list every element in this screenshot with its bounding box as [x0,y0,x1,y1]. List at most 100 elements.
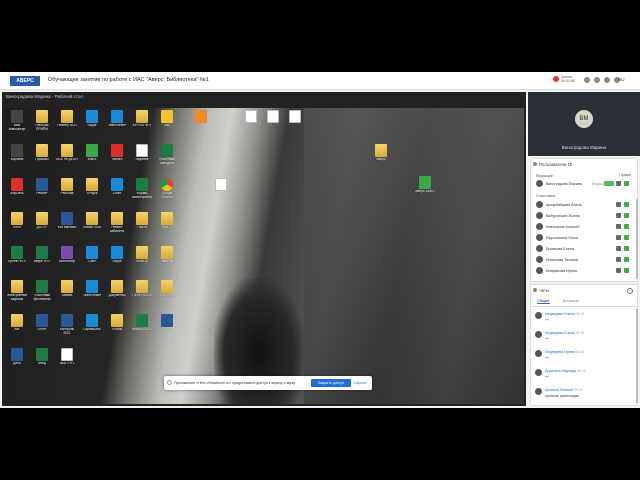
camera-icon[interactable] [624,246,629,251]
page-title: Обучающее занятие по работе с ИАС "Аверс… [48,77,209,83]
language-selector[interactable]: RU [618,77,625,82]
desktop-icon[interactable]: КУРСЫ ФГУ [131,110,153,134]
desktop-icon[interactable]: Документы [106,280,128,304]
desktop-icon[interactable] [190,110,212,134]
desktop-icon[interactable]: Skype [81,110,103,134]
desktop-icon[interactable]: Сайт [81,246,103,270]
desktop-icon[interactable]: AnyDesk [6,178,28,202]
desktop-icon[interactable]: ПЕРЕНОСЫ [131,280,153,304]
microphone-icon[interactable] [616,181,621,186]
desktop-icon[interactable]: Планы [106,314,128,338]
camera-icon[interactable] [624,268,629,273]
participants-scrollbar[interactable] [636,199,638,279]
desktop-icon[interactable]: Скриншоты [81,314,103,338]
desktop-icon[interactable]: Yandex [106,144,128,168]
desktop-icon[interactable]: ВЫСТУП [56,348,78,372]
participant-row[interactable]: Ефросинина Ольга [536,233,636,242]
desktop-icon[interactable]: Ремонт кабинета [106,212,128,236]
desktop-icon[interactable]: Корзина [6,144,28,168]
participant-row[interactable]: Иглинская Татьяна [536,255,636,264]
desktop-icon[interactable]: Фото [6,212,28,236]
desktop-icon[interactable] [284,110,306,134]
desktop-icon[interactable]: Приказы [31,144,53,168]
desktop-icon[interactable]: Акт [6,314,28,338]
desktop-icon[interactable]: Zoom [106,178,128,202]
camera-icon[interactable] [624,213,629,218]
desktop-icon[interactable]: ЧВК [156,110,178,134]
desktop-icon[interactable]: Ремонт [31,178,53,202]
camera-icon[interactable] [624,235,629,240]
desktop-icon[interactable]: Участники фестиваля [31,280,53,304]
participant-row[interactable]: Ермакова Елена [536,244,636,253]
microphone-icon[interactable] [616,224,621,229]
desktop-icon[interactable]: Планер 2021 [56,110,78,134]
desktop-icon[interactable]: Отчет [156,314,178,338]
desktop-icon[interactable]: Заявка [56,280,78,304]
tab-general[interactable]: Общий [537,299,550,304]
desktop-icon[interactable]: Аверс АБИС [414,176,436,200]
camera-icon[interactable] [624,181,629,186]
desktop-icon[interactable]: НОВОЕ [131,246,153,270]
desktop-icon[interactable]: Задание [131,144,153,168]
desktop-icon[interactable]: Google Chrome [156,178,178,202]
record-icon[interactable] [553,76,559,82]
desktop-icon[interactable]: ДОСУГ [31,212,53,236]
desktop-icon[interactable]: Кто виноват [56,212,78,236]
desktop-icon[interactable]: Рабочая ПРИЁМ [31,110,53,134]
hide-notice-link[interactable]: Скрыть [354,381,366,385]
microphone-icon[interactable] [616,246,621,251]
desktop-icon[interactable]: Аверс [370,144,392,168]
microphone-icon[interactable] [616,202,621,207]
chat-scrollbar[interactable] [636,309,638,403]
desktop-icon[interactable]: Занятия [156,246,178,270]
desktop-icon[interactable]: Мой компьютер [6,110,28,134]
desktop-icon[interactable]: Дело [6,348,28,372]
message-text: пропала трансляция [545,394,579,398]
desktop-icon[interactable]: ВСЁ НЕДЕЛЯ [56,144,78,168]
desktop-icon[interactable]: Почта [131,212,153,236]
desktop-icon[interactable]: Отчет [31,314,53,338]
desktop-icon[interactable]: Формы мониторинга [131,178,153,202]
microphone-icon[interactable] [584,77,590,83]
desktop-icon[interactable]: Проект ФТУ [6,246,28,270]
participant-row[interactable]: Архарбайцева Алена [536,200,636,209]
camera-icon[interactable] [624,257,629,262]
participant-row[interactable]: Епифанова Ирина [536,266,636,275]
stop-sharing-button[interactable]: Закрыть доступ [311,379,351,387]
desktop-icon[interactable]: Контроль 2021 [56,314,78,338]
chat-settings-icon[interactable] [627,288,633,294]
microphone-icon[interactable] [616,268,621,273]
desktop-icon[interactable]: Планы 2020 [81,212,103,236]
microphone-icon[interactable] [616,213,621,218]
camera-icon[interactable] [594,77,600,83]
desktop-icon[interactable]: Рабочая [56,178,78,202]
desktop-icon[interactable]: Skype [106,246,128,270]
leader-row[interactable]: Виноградова Марина Ведущий [536,179,636,188]
desktop-icon[interactable] [210,178,232,202]
desktop-icon[interactable]: Аверс ФТУ [31,246,53,270]
desktop-icon[interactable]: КМГП [156,212,178,236]
desktop-icon[interactable]: Участники конкурса [156,144,178,168]
desktop-icon[interactable]: TeamViewer [106,110,128,134]
camera-icon[interactable] [624,224,629,229]
desktop-icon[interactable]: Книги [81,144,103,168]
participant-name: Ефросинина Ольга [546,235,579,240]
camera-icon[interactable] [624,202,629,207]
participants-header[interactable]: Пользователи 19 [539,162,572,167]
microphone-icon[interactable] [616,235,621,240]
desktop-icon[interactable]: ТОП 2021 [156,280,178,304]
participant-row[interactable]: Бабуровская Жанна [536,211,636,220]
desktop-icon[interactable]: Электронные издания [6,280,28,304]
microphone-icon[interactable] [616,257,621,262]
desktop-icon[interactable]: Книга 8-2021 [131,314,153,338]
desktop-icon[interactable] [240,110,262,134]
settings-icon[interactable] [604,77,610,83]
desktop-icon[interactable]: Кинотеатр [56,246,78,270]
tab-questions[interactable]: Вопросы [563,299,579,303]
edit-leaders-link[interactable]: Правка [619,173,631,177]
participant-row[interactable]: Емельянов Алексей [536,222,636,231]
desktop-icon[interactable]: TeamViewer [81,280,103,304]
desktop-icon[interactable]: Фонд [31,348,53,372]
desktop-icon[interactable] [262,110,284,134]
desktop-icon[interactable]: Отпуск [81,178,103,202]
